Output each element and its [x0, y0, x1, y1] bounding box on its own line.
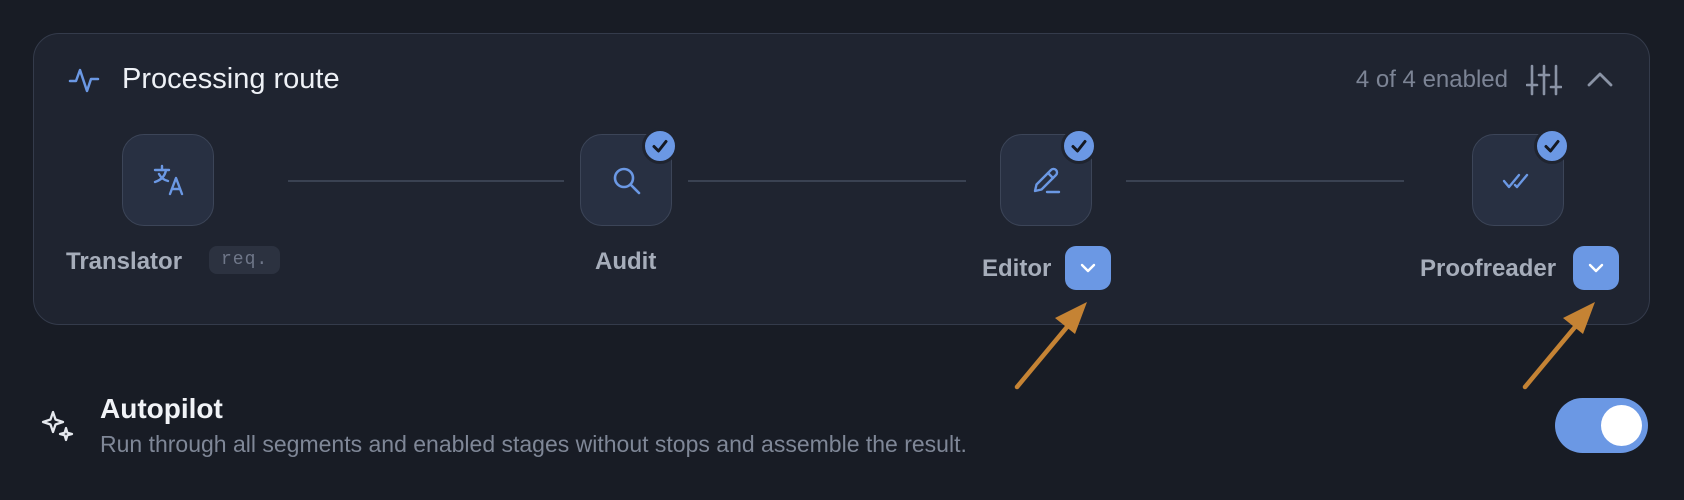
double-check-icon: [1502, 173, 1529, 189]
stage-node-translator[interactable]: [122, 134, 214, 226]
pencil-icon: [1033, 167, 1061, 194]
toggle-knob: [1601, 405, 1642, 446]
panel-title: Processing route: [122, 63, 340, 95]
autopilot-title: Autopilot: [100, 393, 223, 424]
stage-check-proofreader[interactable]: [1534, 128, 1570, 164]
translate-icon: [153, 164, 184, 196]
activity-pulse-icon: [68, 68, 100, 93]
stage-check-editor[interactable]: [1061, 128, 1097, 164]
required-badge: req.: [209, 246, 281, 274]
search-icon: [613, 167, 641, 195]
proofreader-options-dropdown[interactable]: [1573, 246, 1619, 290]
stage-label-proofreader: Proofreader: [1420, 255, 1557, 282]
autopilot-description: Run through all segments and enabled sta…: [100, 431, 967, 457]
chevron-down-icon: [1588, 263, 1604, 273]
chevron-up-icon[interactable]: [1584, 66, 1616, 94]
checkmark-icon: [652, 140, 668, 153]
stage-connector: [688, 180, 966, 182]
sliders-icon[interactable]: [1526, 63, 1562, 97]
checkmark-icon: [1071, 140, 1087, 153]
stage-label-translator: Translator: [66, 248, 183, 275]
sparkles-icon: [41, 410, 74, 442]
stage-label-editor: Editor: [982, 255, 1052, 282]
stage-connector: [1126, 180, 1404, 182]
stage-connector: [288, 180, 564, 182]
chevron-down-icon: [1080, 263, 1096, 273]
enabled-count: 4 of 4 enabled: [1355, 66, 1508, 93]
editor-options-dropdown[interactable]: [1065, 246, 1111, 290]
annotation-arrow: [1522, 318, 1583, 390]
stage-check-audit[interactable]: [642, 128, 678, 164]
stage-label-audit: Audit: [595, 248, 657, 275]
annotation-arrow: [1014, 318, 1075, 390]
checkmark-icon: [1544, 140, 1560, 153]
autopilot-toggle[interactable]: [1555, 398, 1648, 453]
